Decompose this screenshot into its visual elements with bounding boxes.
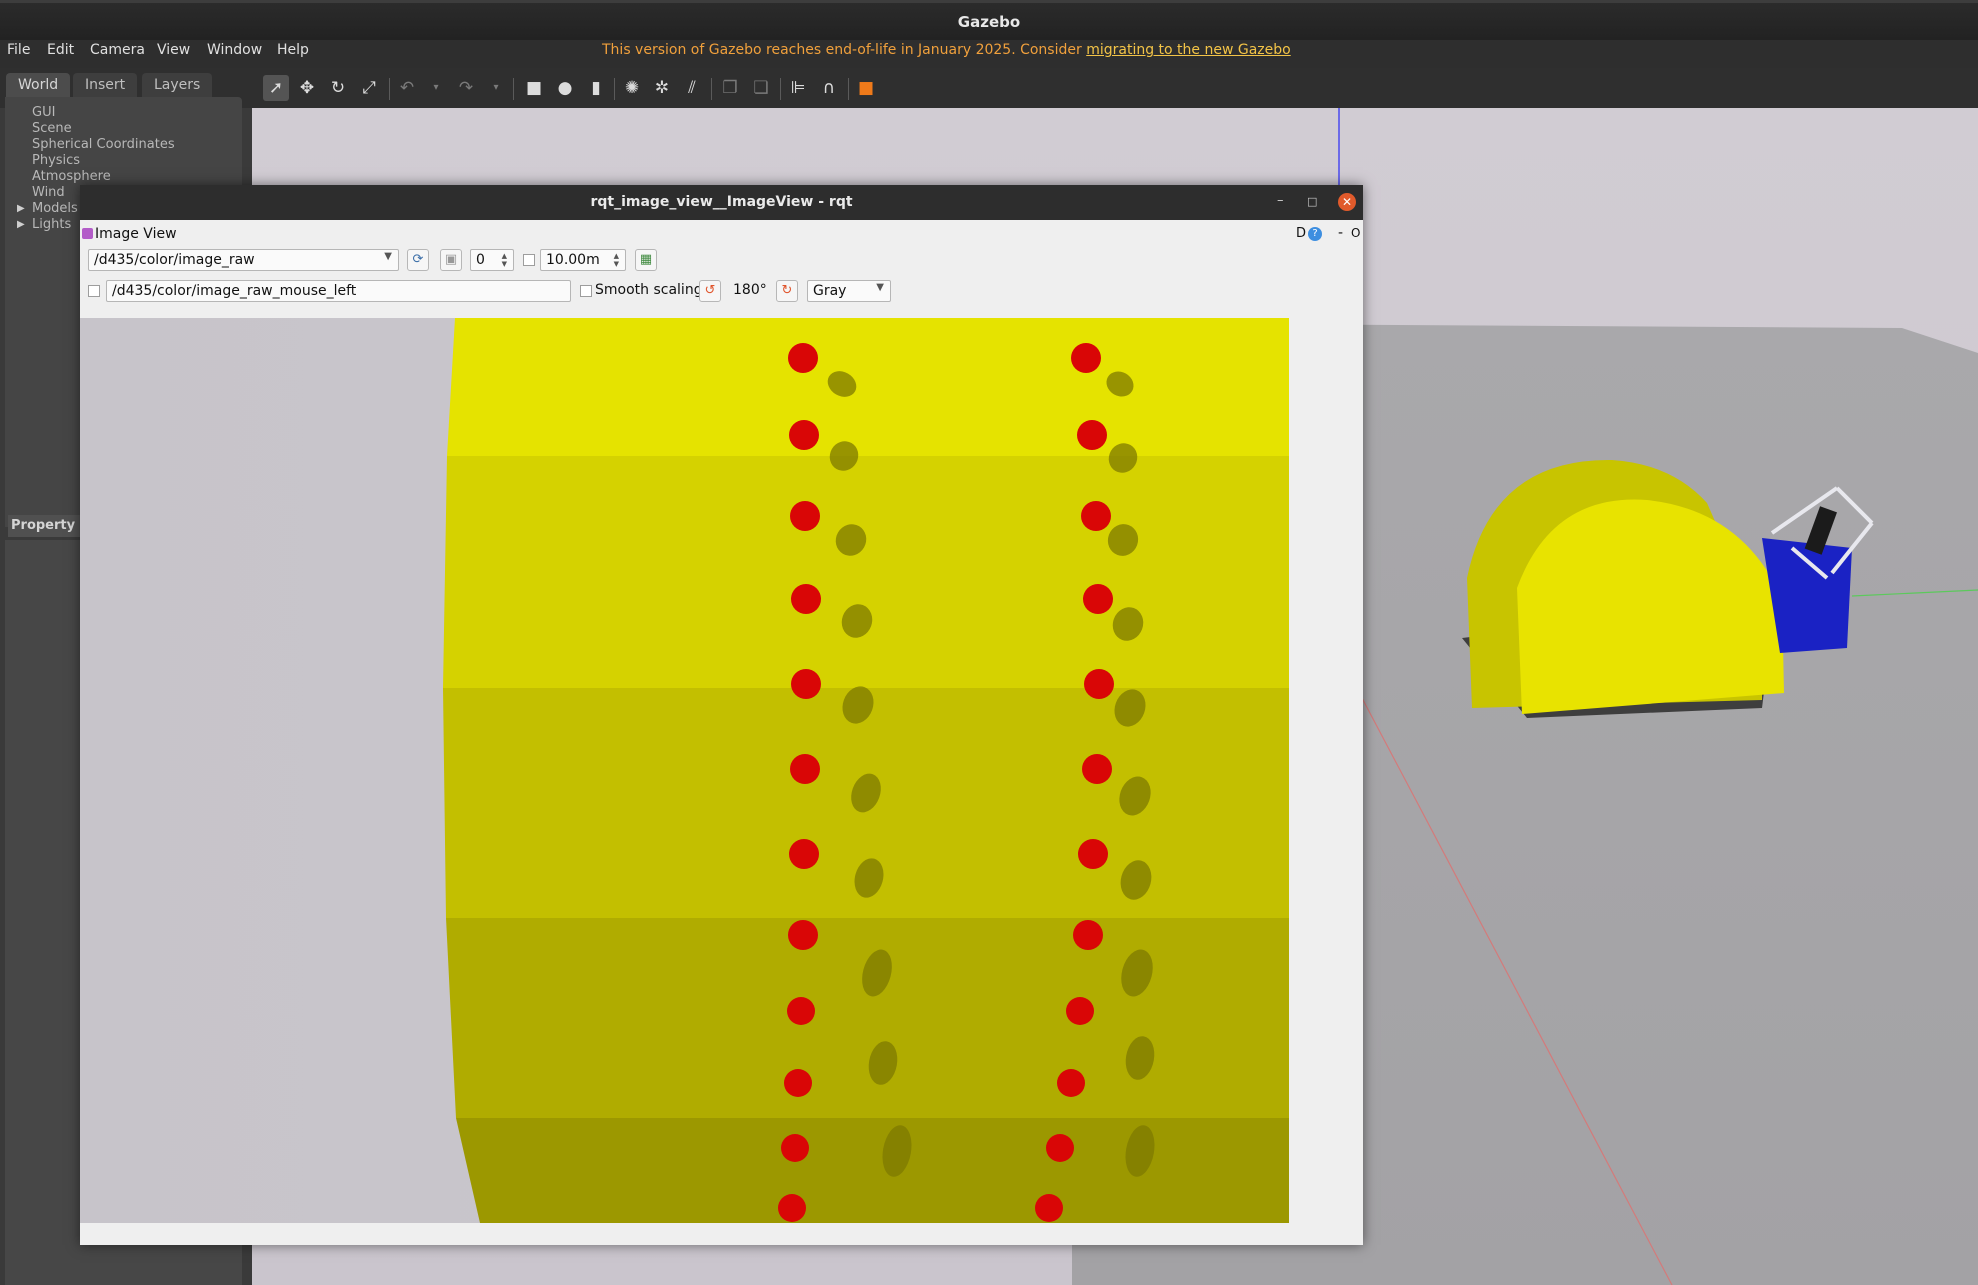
menu-bar: File Edit Camera View Window Help This v… bbox=[0, 40, 1978, 68]
directional-light-icon[interactable]: ⫽ bbox=[679, 75, 705, 101]
colormap-value: Gray bbox=[813, 283, 847, 299]
tab-world[interactable]: World bbox=[6, 73, 71, 97]
expand-arrow-icon[interactable]: ▶ bbox=[17, 219, 25, 230]
mouse-topic-value: /d435/color/image_raw_mouse_left bbox=[112, 283, 357, 299]
spin-arrows-icon[interactable]: ▲ ▼ bbox=[614, 252, 619, 268]
point-light-icon[interactable]: ✺ bbox=[619, 75, 645, 101]
sphere-icon[interactable]: ● bbox=[552, 75, 578, 101]
distance-value: 10.00m bbox=[546, 252, 600, 268]
cylinder-icon[interactable]: ▮ bbox=[583, 75, 609, 101]
undo-icon[interactable]: ↶ bbox=[394, 75, 420, 101]
rotate-right-button[interactable]: ↻ bbox=[776, 280, 798, 302]
help-icon[interactable]: ? bbox=[1308, 227, 1322, 241]
toolbar-separator bbox=[780, 78, 781, 100]
toolbar-separator bbox=[711, 78, 712, 100]
tree-item-gui[interactable]: GUI bbox=[32, 105, 55, 120]
camera-image-area[interactable] bbox=[80, 318, 1363, 1245]
select-arrow-icon[interactable]: ➚ bbox=[263, 75, 289, 101]
eol-notice: This version of Gazebo reaches end-of-li… bbox=[602, 42, 1291, 58]
toolbar-separator bbox=[513, 78, 514, 100]
zoom-fit-button[interactable]: ▣ bbox=[440, 249, 462, 271]
tree-item-spherical-coordinates[interactable]: Spherical Coordinates bbox=[32, 137, 175, 152]
menu-file[interactable]: File bbox=[7, 42, 30, 58]
spin-arrows-icon[interactable]: ▲ ▼ bbox=[502, 252, 507, 268]
tab-layers[interactable]: Layers bbox=[142, 73, 213, 97]
yellow-band bbox=[447, 318, 1289, 456]
tree-item-wind[interactable]: Wind bbox=[32, 185, 65, 200]
menu-edit[interactable]: Edit bbox=[47, 42, 74, 58]
rotate-left-button[interactable]: ↺ bbox=[699, 280, 721, 302]
copy-icon[interactable]: ❐ bbox=[717, 75, 743, 101]
tree-item-physics[interactable]: Physics bbox=[32, 153, 80, 168]
publish-click-checkbox[interactable] bbox=[88, 285, 100, 297]
translate-icon[interactable]: ✥ bbox=[294, 75, 320, 101]
menu-window[interactable]: Window bbox=[207, 42, 262, 58]
chevron-down-icon: ▼ bbox=[876, 282, 884, 293]
rotation-label: 180° bbox=[733, 282, 767, 298]
redo-dropdown-icon[interactable]: ▾ bbox=[483, 75, 509, 101]
box-icon[interactable]: ■ bbox=[521, 75, 547, 101]
plugin-close-icon[interactable]: O bbox=[1351, 226, 1360, 240]
align-icon[interactable]: ⊫ bbox=[785, 75, 811, 101]
toolbar-separator bbox=[614, 78, 615, 100]
tree-item-atmosphere[interactable]: Atmosphere bbox=[32, 169, 111, 184]
snap-icon[interactable]: ∩ bbox=[816, 75, 842, 101]
expand-arrow-icon[interactable]: ▶ bbox=[17, 203, 25, 214]
close-icon[interactable]: ✕ bbox=[1338, 193, 1356, 211]
menu-help[interactable]: Help bbox=[277, 42, 309, 58]
plugin-minimize-icon[interactable]: - bbox=[1338, 225, 1343, 241]
tree-item-scene[interactable]: Scene bbox=[32, 121, 72, 136]
plugin-title: Image View bbox=[95, 226, 177, 242]
spot-light-icon[interactable]: ✲ bbox=[649, 75, 675, 101]
menu-camera[interactable]: Camera bbox=[90, 42, 145, 58]
rqt-window-title: rqt_image_view__ImageView - rqt bbox=[590, 194, 853, 210]
redo-icon[interactable]: ↷ bbox=[453, 75, 479, 101]
rqt-image-view-window[interactable]: rqt_image_view__ImageView - rqt – □ ✕ Im… bbox=[80, 185, 1363, 1245]
camera-image[interactable] bbox=[80, 318, 1363, 1245]
spin-box-value: 0 bbox=[476, 252, 485, 268]
rotate-icon[interactable]: ↻ bbox=[325, 75, 351, 101]
menu-view[interactable]: View bbox=[157, 42, 190, 58]
image-view-plugin-icon bbox=[82, 228, 93, 239]
undo-dropdown-icon[interactable]: ▾ bbox=[423, 75, 449, 101]
spin-box[interactable]: 0 ▲ ▼ bbox=[470, 249, 514, 271]
toolbar-separator bbox=[848, 78, 849, 100]
tree-item-lights[interactable]: Lights bbox=[32, 217, 71, 232]
record-icon[interactable]: ■ bbox=[853, 75, 879, 101]
mouse-topic-input[interactable]: /d435/color/image_raw_mouse_left bbox=[106, 280, 571, 302]
smooth-scaling-label: Smooth scaling bbox=[595, 282, 703, 298]
rqt-titlebar[interactable]: rqt_image_view__ImageView - rqt – □ ✕ bbox=[80, 185, 1363, 220]
app-titlebar: Gazebo bbox=[0, 0, 1978, 40]
distance-checkbox[interactable] bbox=[523, 254, 535, 266]
scale-icon[interactable]: ⤢ bbox=[356, 75, 382, 101]
yellow-band bbox=[446, 918, 1289, 1118]
minimize-icon[interactable]: – bbox=[1277, 193, 1284, 208]
chevron-down-icon: ▼ bbox=[384, 251, 392, 262]
save-image-button[interactable]: ▦ bbox=[635, 249, 657, 271]
yellow-band bbox=[456, 1118, 1289, 1223]
tree-item-models[interactable]: Models bbox=[32, 201, 78, 216]
topic-select-value: /d435/color/image_raw bbox=[94, 252, 255, 268]
app-title: Gazebo bbox=[957, 13, 1021, 31]
smooth-scaling-checkbox[interactable] bbox=[580, 285, 592, 297]
yellow-band bbox=[443, 456, 1289, 688]
property-panel-label: Property bbox=[8, 515, 81, 537]
eol-notice-text: This version of Gazebo reaches end-of-li… bbox=[602, 42, 1087, 58]
toolbar-separator bbox=[389, 78, 390, 100]
distance-spinbox[interactable]: 10.00m ▲ ▼ bbox=[540, 249, 626, 271]
tab-insert[interactable]: Insert bbox=[73, 73, 138, 97]
refresh-topics-button[interactable]: ⟳ bbox=[407, 249, 429, 271]
migration-link[interactable]: migrating to the new Gazebo bbox=[1086, 42, 1291, 58]
maximize-icon[interactable]: □ bbox=[1307, 195, 1317, 208]
topic-select[interactable]: /d435/color/image_raw ▼ bbox=[88, 249, 399, 271]
plugin-debug-label[interactable]: D bbox=[1296, 226, 1306, 241]
colormap-select[interactable]: Gray ▼ bbox=[807, 280, 891, 302]
paste-icon[interactable]: ❏ bbox=[748, 75, 774, 101]
